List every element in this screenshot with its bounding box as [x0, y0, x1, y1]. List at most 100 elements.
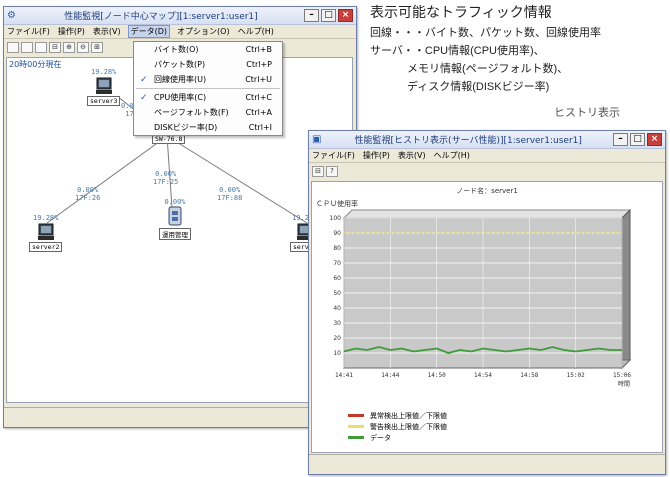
menu-operation[interactable]: 操作(P): [58, 26, 85, 37]
menu-item-shortcut: Ctrl+I: [248, 123, 272, 132]
y-tick-label: 100: [330, 215, 342, 222]
link-packets: 17F:25: [153, 178, 179, 186]
menu-options[interactable]: オプション(O): [177, 26, 230, 37]
server-icon: [37, 223, 54, 240]
toolbar-disabled-icon[interactable]: [7, 41, 19, 53]
y-tick-label: 50: [333, 290, 341, 297]
zoom-in-icon[interactable]: ⊕: [63, 41, 75, 53]
cpu-history-chart: ＣＰＵ使用率 10 20 30 40 50 60 70 80 90 100 14:41 14:44 14:…: [316, 199, 631, 388]
annotation-line: メモリ情報(ページフォルト数)、: [407, 63, 569, 75]
menu-item-bytes[interactable]: バイト数(O) Ctrl+B: [134, 42, 282, 57]
menu-help[interactable]: ヘルプ(H): [238, 26, 274, 37]
x-tick-label: 14:50: [428, 372, 446, 379]
link-utilization: 0.00%: [219, 186, 241, 194]
link-label: 0.00% 17F:25: [153, 170, 178, 186]
node-cpu-percent: 0.00%: [164, 198, 186, 206]
history-window: ▣ 性能監視[ヒストリ表示(サーバ性能)][1:server1:user1] –…: [308, 130, 666, 475]
title-bar: ⚙ 性能監視[ノード中心マップ][1:server1:user1] – □ ×: [4, 7, 356, 25]
menu-view[interactable]: 表示(V): [93, 26, 121, 37]
menu-view[interactable]: 表示(V): [398, 150, 426, 161]
toolbar-disabled-icon[interactable]: [21, 41, 33, 53]
window-title: 性能監視[ヒストリ表示(サーバ性能)][1:server1:user1]: [354, 136, 582, 146]
menu-operation[interactable]: 操作(P): [363, 150, 390, 161]
node-server2[interactable]: 19.28% server2: [29, 214, 63, 252]
node-ops-manager[interactable]: 0.00% 運用管理: [159, 198, 191, 240]
close-button[interactable]: ×: [338, 9, 353, 22]
node-name-label: ノード名：server1: [456, 187, 518, 195]
chart-side-face: [621, 208, 631, 370]
menu-item-page-faults[interactable]: ページフォルト数(F) Ctrl+A: [134, 105, 282, 120]
link-utilization: 0.00%: [155, 170, 177, 178]
legend-label: 異常検出上限値／下限値: [370, 411, 447, 420]
server-icon: [95, 77, 112, 94]
data-menu-dropdown: バイト数(O) Ctrl+B パケット数(P) Ctrl+P ✓ 回線使用率(U) Ct…: [133, 41, 283, 136]
menu-item-label: 回線使用率(U): [154, 75, 207, 84]
legend-swatch: [348, 425, 364, 428]
x-tick-label: 14:41: [335, 372, 353, 379]
link-label: 0.00% 17F:26: [75, 186, 100, 202]
node-cpu-percent: 19.28%: [91, 68, 117, 76]
menu-item-disk-busy[interactable]: DISKビジー率(D) Ctrl+I: [134, 120, 282, 135]
annotation-heading: 表示可能なトラフィック情報: [370, 4, 552, 20]
menu-item-label: CPU使用率(C): [154, 93, 207, 102]
y-tick-label: 20: [333, 335, 341, 342]
menu-help[interactable]: ヘルプ(H): [434, 150, 470, 161]
x-tick-label: 15:06: [613, 372, 631, 379]
title-bar: ▣ 性能監視[ヒストリ表示(サーバ性能)][1:server1:user1] –…: [309, 131, 665, 149]
y-tick-label: 30: [333, 320, 341, 327]
menu-item-packets[interactable]: パケット数(P) Ctrl+P: [134, 57, 282, 72]
menu-file[interactable]: ファイル(F): [7, 26, 50, 37]
node-server3[interactable]: 19.28% server3: [87, 68, 121, 106]
x-axis-label: 時間: [618, 380, 630, 388]
menu-item-shortcut: Ctrl+P: [246, 60, 272, 69]
status-bar: [4, 407, 356, 427]
menu-item-line-usage[interactable]: ✓ 回線使用率(U) Ctrl+U: [134, 72, 282, 87]
annotation-line: 回線・・・バイト数、パケット数、回線使用率: [370, 27, 601, 39]
zoom-out-icon[interactable]: ⊖: [77, 41, 89, 53]
node-label: server2: [29, 242, 63, 252]
legend-item: データ: [348, 432, 447, 443]
chart-legend: 異常検出上限値／下限値 警告検出上限値／下限値 データ: [348, 410, 447, 443]
app-icon: ⚙: [7, 10, 16, 21]
x-tick-label: 14:44: [381, 372, 399, 379]
toolbar-disabled-icon[interactable]: [35, 41, 47, 53]
tree-icon[interactable]: ⊟: [312, 165, 324, 177]
y-tick-label: 80: [333, 245, 341, 252]
menu-bar: ファイル(F) 操作(P) 表示(V) ヘルプ(H): [309, 149, 665, 163]
menu-data[interactable]: データ(D): [127, 25, 171, 38]
menu-file[interactable]: ファイル(F): [312, 150, 355, 161]
tree-view-icon[interactable]: ⊞: [91, 41, 103, 53]
menu-item-cpu-usage[interactable]: ✓ CPU使用率(C) Ctrl+C: [134, 90, 282, 105]
menu-item-label: バイト数(O): [154, 45, 199, 54]
y-tick-label: 10: [333, 350, 341, 357]
y-tick-label: 70: [333, 260, 341, 267]
minimize-button[interactable]: –: [304, 9, 319, 22]
tree-icon[interactable]: ⊟: [49, 41, 61, 53]
maximize-button[interactable]: □: [321, 9, 336, 22]
link-utilization: 0.00%: [77, 186, 99, 194]
app-icon: ▣: [312, 134, 322, 145]
checkmark-icon: ✓: [140, 74, 148, 85]
annotation-line: ディスク情報(DISKビジー率): [407, 81, 550, 93]
y-axis-label: ＣＰＵ使用率: [316, 199, 358, 208]
menu-item-label: パケット数(P): [154, 60, 206, 69]
help-icon[interactable]: ?: [326, 165, 338, 177]
x-tick-label: 15:02: [567, 372, 585, 379]
maximize-button[interactable]: □: [630, 133, 645, 146]
menu-item-shortcut: Ctrl+A: [245, 108, 272, 117]
close-button[interactable]: ×: [647, 133, 662, 146]
legend-item: 異常検出上限値／下限値: [348, 410, 447, 421]
x-tick-label: 14:58: [520, 372, 538, 379]
ops-manager-icon: [168, 206, 182, 226]
minimize-button[interactable]: –: [613, 133, 628, 146]
y-tick-label: 90: [333, 230, 341, 237]
y-tick-label: 40: [333, 305, 341, 312]
link-packets: 17F:88: [217, 194, 243, 202]
x-tick-label: 14:54: [474, 372, 492, 379]
menu-item-shortcut: Ctrl+U: [245, 75, 272, 84]
legend-label: 警告検出上限値／下限値: [370, 422, 447, 431]
node-cpu-percent: 19.28%: [33, 214, 59, 222]
history-label: ヒストリ表示: [554, 107, 620, 119]
menu-item-label: DISKビジー率(D): [154, 123, 218, 132]
annotation-line: サーバ・・CPU情報(CPU使用率)、: [370, 45, 545, 57]
